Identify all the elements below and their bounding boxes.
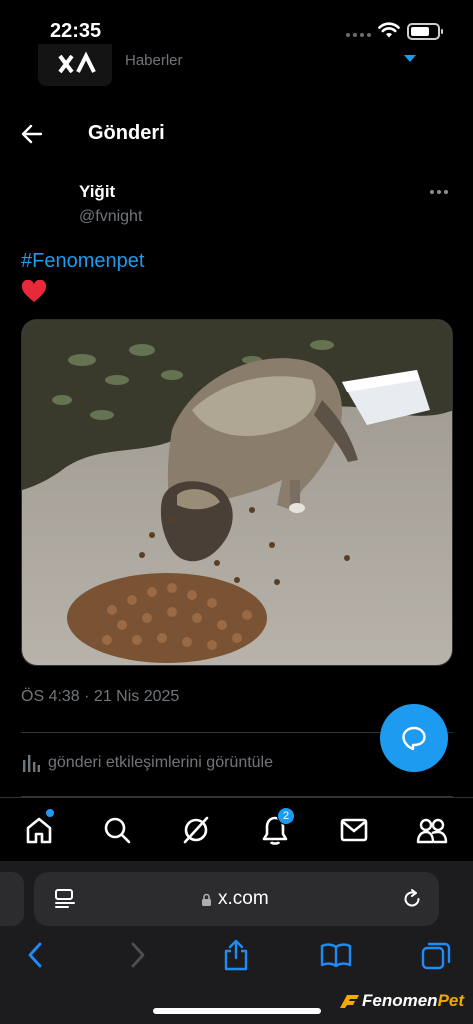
hashtag-link[interactable]: #Fenomenpet [21, 250, 144, 273]
tab-search[interactable] [100, 813, 134, 847]
mail-icon [340, 818, 368, 842]
post-insights-link[interactable]: gönderi etkileşimlerini görüntüle [22, 754, 273, 772]
share-icon [224, 939, 248, 971]
tab-messages[interactable] [337, 813, 371, 847]
insights-label: gönderi etkileşimlerini görüntüle [48, 754, 274, 771]
heart-emoji [21, 280, 47, 302]
author-name[interactable]: Yiğit [79, 182, 115, 202]
bookmarks-button[interactable] [320, 939, 352, 971]
battery-icon [407, 23, 443, 40]
reload-icon[interactable] [401, 888, 423, 910]
more-options-icon[interactable] [430, 190, 448, 194]
previous-tab-peek[interactable] [0, 872, 24, 926]
page-title: Gönderi [88, 122, 165, 144]
tab-bar: 2 [0, 797, 473, 861]
chevron-down-icon[interactable] [404, 55, 416, 62]
tabs-icon [421, 942, 451, 970]
search-icon [104, 817, 131, 844]
peek-label: Haberler [125, 52, 183, 69]
tab-grok[interactable] [179, 813, 213, 847]
url-text[interactable]: x.com [218, 888, 269, 910]
chat-bubble-icon [402, 726, 426, 751]
tab-notifications[interactable]: 2 [258, 807, 295, 847]
watermark-suffix: Pet [437, 991, 465, 1010]
bar-chart-icon [23, 755, 40, 772]
post-image[interactable] [21, 319, 453, 666]
tab-home[interactable] [22, 809, 56, 847]
grok-icon [183, 816, 209, 844]
lock-icon [202, 893, 211, 906]
post-timestamp: ÖS 4:38 · 21 Nis 2025 [21, 688, 180, 705]
author-handle[interactable]: @fvnight [79, 208, 142, 226]
browser-toolbar: x.com FenomenPet [0, 861, 473, 1024]
share-button[interactable] [220, 939, 252, 971]
app-logo [38, 44, 112, 86]
cellular-signal-icon [346, 33, 371, 37]
notification-badge: 2 [277, 807, 295, 825]
fenomenpet-watermark: FenomenPet [338, 991, 464, 1011]
wifi-icon [378, 22, 400, 38]
home-indicator [153, 1008, 321, 1014]
book-icon [320, 943, 352, 968]
tabs-button[interactable] [420, 939, 452, 971]
back-arrow-icon[interactable] [20, 122, 44, 146]
browser-forward-button[interactable] [122, 939, 154, 971]
reply-button[interactable] [380, 704, 448, 772]
chevron-right-icon [131, 942, 145, 968]
notification-dot [46, 809, 54, 817]
watermark-prefix: Fenomen [362, 991, 438, 1010]
home-icon [26, 817, 52, 844]
browser-back-button[interactable] [19, 939, 51, 971]
page-menu-icon[interactable] [54, 888, 76, 910]
status-time: 22:35 [50, 20, 102, 42]
tab-communities[interactable] [415, 813, 449, 847]
fenomenpet-logo-icon [340, 995, 359, 1008]
chevron-left-icon [28, 942, 42, 968]
people-icon [416, 818, 448, 844]
